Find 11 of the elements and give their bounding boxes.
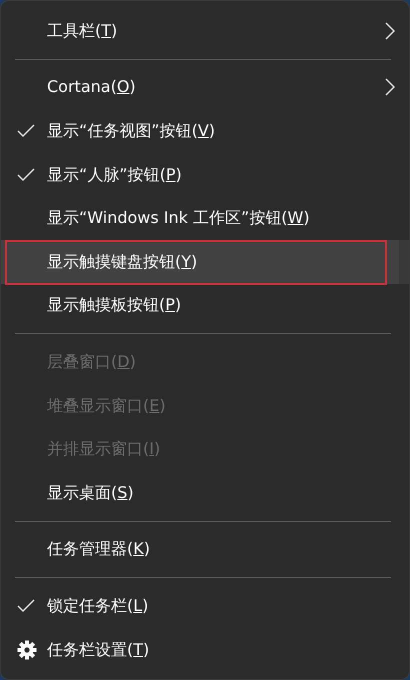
menu-item[interactable]: 工具栏(T) <box>1 9 399 53</box>
menu-item[interactable]: 显示“任务视图”按钮(V) <box>1 109 399 153</box>
menu-item[interactable]: 显示“Windows Ink 工作区”按钮(W) <box>1 196 399 240</box>
menu-item[interactable]: 任务管理器(K) <box>1 528 399 572</box>
menu-item[interactable]: Cortana(O) <box>1 66 399 110</box>
menu-item[interactable]: 锁定任务栏(L) <box>1 584 399 628</box>
menu-item[interactable]: 显示桌面(S) <box>1 470 399 515</box>
menu-item[interactable]: 显示触摸板按钮(P) <box>1 284 399 328</box>
menu-item[interactable]: 显示“人脉”按钮(P) <box>1 152 399 196</box>
gear-icon <box>17 640 37 660</box>
menu-item[interactable]: 任务栏设置(T) <box>1 628 399 672</box>
